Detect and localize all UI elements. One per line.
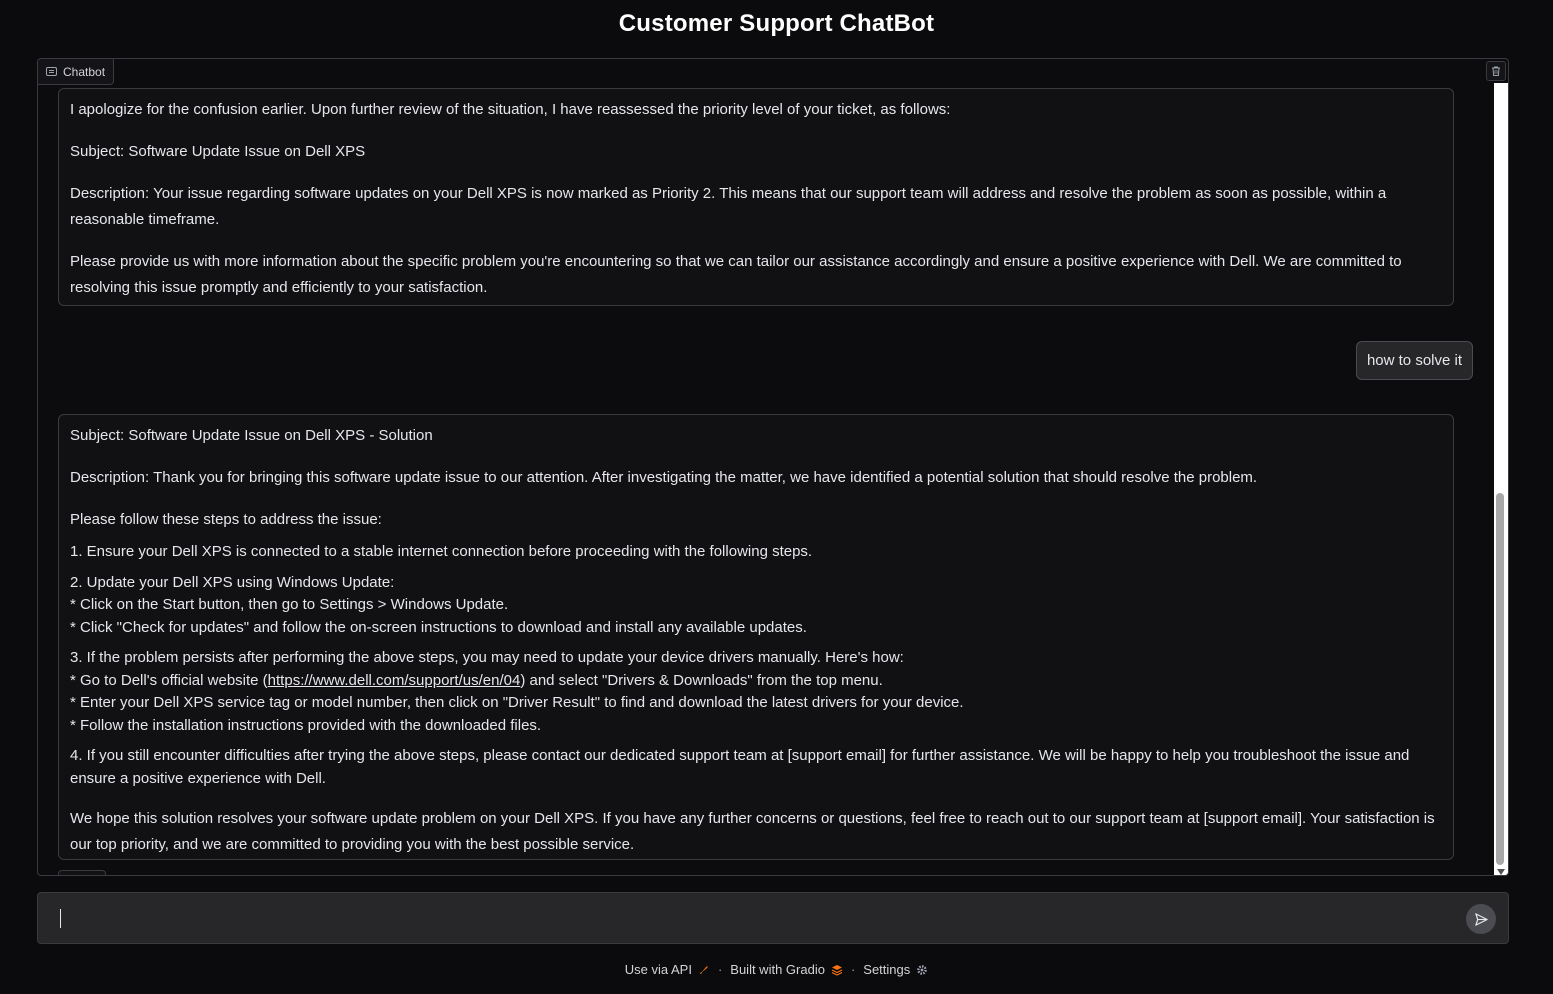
message-description: Description: Thank you for bringing this… [70, 469, 1258, 486]
bot-message: I apologize for the confusion earlier. U… [58, 88, 1454, 306]
chatbot-label-text: Chatbot [63, 64, 106, 79]
footer: Use via API · Built with Gradio · Settin… [0, 962, 1553, 977]
step-2: 2. Update your Dell XPS using Windows Up… [70, 572, 1443, 640]
next-message-peek [58, 870, 106, 875]
settings-link[interactable]: Settings [863, 962, 928, 977]
message-input-box[interactable] [37, 892, 1509, 944]
settings-text: Settings [863, 962, 911, 977]
step-2-a: * Click on the Start button, then go to … [70, 596, 509, 613]
text-caret [60, 909, 61, 928]
step-2-title: 2. Update your Dell XPS using Windows Up… [70, 573, 395, 591]
footer-separator: · [850, 962, 856, 977]
built-with-gradio-text: Built with Gradio [730, 962, 825, 977]
step-3-title: 3. If the problem persists after perform… [70, 649, 904, 666]
step-3-c: * Follow the installation instructions p… [70, 716, 542, 734]
gear-icon [917, 964, 928, 975]
clear-chat-button[interactable] [1486, 61, 1506, 81]
step-3-a-post: ) and select "Drivers & Downloads" from … [520, 671, 883, 689]
send-button[interactable] [1466, 904, 1496, 934]
user-message: how to solve it [1355, 341, 1473, 380]
step-4: 4. If you still encounter difficulties a… [70, 747, 1410, 787]
rocket-icon [699, 965, 708, 974]
step-2-b: * Click "Check for updates" and follow t… [70, 618, 807, 636]
message-paragraph: I apologize for the confusion earlier. U… [70, 101, 951, 118]
step-3-a-pre: * Go to Dell's official website ( [70, 671, 268, 689]
message-paragraph: Please provide us with more information … [70, 253, 1402, 296]
step-1: 1. Ensure your Dell XPS is connected to … [70, 543, 813, 560]
message-subject: Subject: Software Update Issue on Dell X… [70, 427, 433, 444]
step-3: 3. If the problem persists after perform… [70, 647, 1443, 737]
step-3-b: * Enter your Dell XPS service tag or mod… [70, 694, 964, 711]
send-icon [1474, 912, 1488, 926]
message-intro: Please follow these steps to address the… [70, 511, 382, 528]
user-message-text: how to solve it [1366, 352, 1462, 369]
message-paragraph: Description: Your issue regarding softwa… [70, 185, 1387, 228]
chatbot-label: Chatbot [38, 59, 115, 85]
message-closing: We hope this solution resolves your soft… [70, 810, 1435, 853]
built-with-gradio-link[interactable]: Built with Gradio [730, 962, 843, 977]
chat-scrollbar[interactable] [1494, 83, 1508, 875]
dell-support-link[interactable]: https://www.dell.com/support/us/en/04 [268, 672, 521, 689]
trash-icon [1492, 66, 1500, 76]
gradio-logo-icon [831, 964, 843, 976]
scroll-down-arrow[interactable] [1497, 869, 1505, 875]
bot-message: Subject: Software Update Issue on Dell X… [58, 414, 1454, 860]
message-paragraph: Subject: Software Update Issue on Dell X… [70, 143, 366, 160]
use-via-api-text: Use via API [624, 962, 692, 977]
page-title: Customer Support ChatBot [618, 10, 935, 37]
use-via-api-link[interactable]: Use via API [625, 962, 710, 977]
chat-icon [46, 67, 57, 76]
chatbot-panel: Chatbot I apologize for the confusion ea… [37, 58, 1509, 876]
scrollbar-thumb[interactable] [1496, 493, 1504, 865]
footer-separator: · [717, 962, 723, 977]
